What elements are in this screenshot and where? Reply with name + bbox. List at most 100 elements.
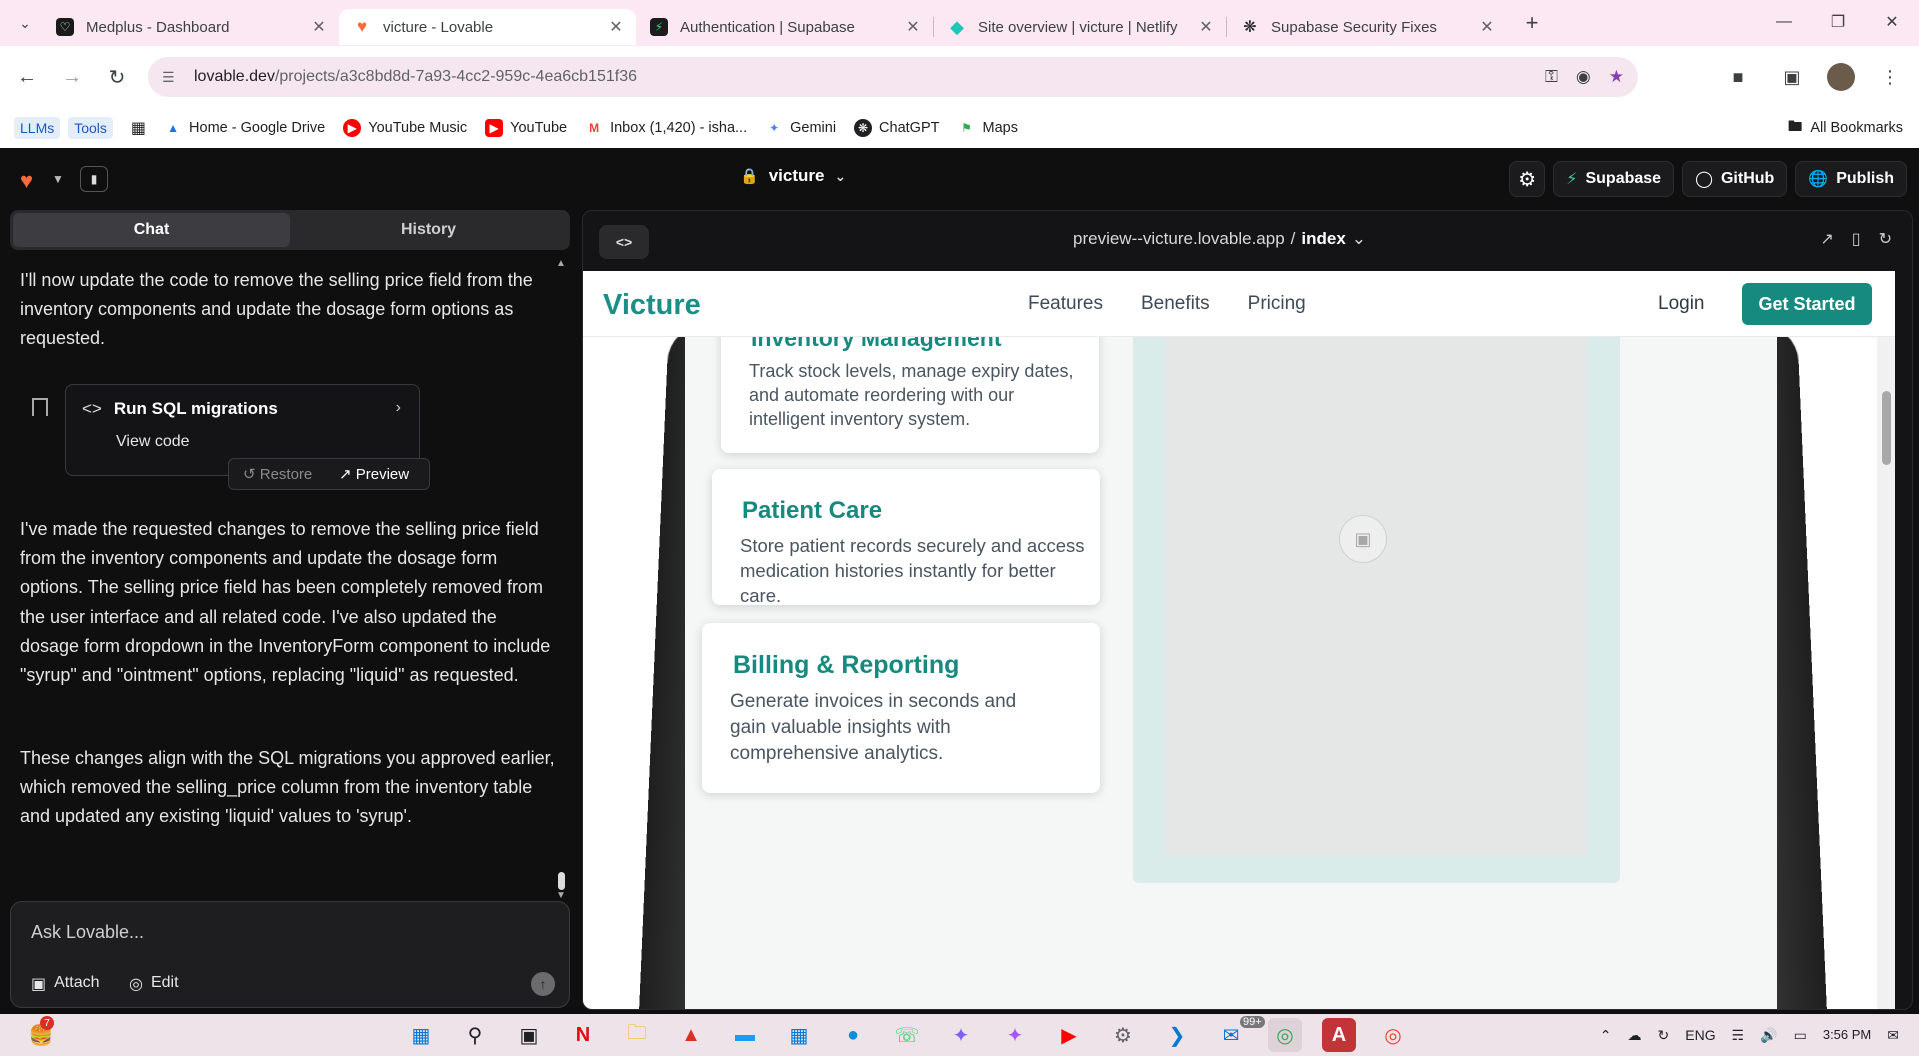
preview-scrollbar[interactable] [1877,271,1895,1009]
new-tab-button[interactable]: + [1517,10,1547,36]
address-bar[interactable]: ☰ lovable.dev/projects/a3c8bd8d-7a93-4cc… [148,57,1638,97]
scrollbar-thumb[interactable] [1882,391,1891,465]
eye-off-icon[interactable]: ◉ [1576,67,1591,87]
bookmark-youtube-music[interactable]: ▶ YouTube Music [343,119,467,137]
netflix-icon[interactable]: N [566,1018,600,1052]
sidebar-toggle-icon[interactable]: ▮ [80,166,108,192]
file-explorer-icon[interactable]: 🗀 [620,1018,654,1052]
get-started-button[interactable]: Get Started [1742,283,1872,325]
close-tab-icon[interactable]: ✕ [309,17,329,37]
browser-tab[interactable]: ◆ Site overview | victure | Netlify ✕ [934,9,1226,45]
windows-start-icon[interactable]: ▦ [404,1018,438,1052]
bookmark-folder-tools[interactable]: Tools [68,117,113,139]
back-icon[interactable]: ← [9,59,45,95]
chrome-icon[interactable]: ◎ [1268,1018,1302,1052]
close-tab-icon[interactable]: ✕ [606,17,626,37]
whatsapp-icon[interactable]: ☏ [890,1018,924,1052]
chevron-down-icon[interactable]: ▼ [52,172,64,186]
open-external-icon[interactable]: ↗ [1820,229,1833,249]
tab-chat[interactable]: Chat [13,213,290,247]
bookmark-chatgpt[interactable]: ❋ ChatGPT [854,119,939,137]
profile-avatar[interactable] [1827,63,1855,91]
close-tab-icon[interactable]: ✕ [1196,17,1216,37]
supabase-button[interactable]: ⚡ Supabase [1553,161,1675,197]
store-icon[interactable]: ▦ [782,1018,816,1052]
bookmark-youtube[interactable]: ▶ YouTube [485,119,567,137]
site-info-icon[interactable]: ☰ [162,69,184,86]
preview-button[interactable]: ↗ Preview [329,465,409,483]
github-button[interactable]: ◯ GitHub [1682,161,1788,197]
chat-input-box[interactable]: Ask Lovable... ▣ Attach ◎ Edit ↑ [10,901,570,1008]
edge-icon[interactable]: ● [836,1018,870,1052]
chrome-profile-icon[interactable]: ◎ [1376,1018,1410,1052]
preview-url[interactable]: preview--victure.lovable.app / index ⌄ [1073,229,1366,249]
settings-icon[interactable]: ⚙ [1106,1018,1140,1052]
volume-icon[interactable]: 🔊 [1760,1027,1777,1044]
bookmark-maps[interactable]: ⚑ Maps [957,119,1018,137]
bookmark-folder-llms[interactable]: LLMs [14,117,61,139]
chat-input[interactable]: Ask Lovable... [31,922,144,943]
bookmark-icon[interactable] [32,398,48,416]
nav-features[interactable]: Features [1028,293,1103,315]
close-window-icon[interactable]: ✕ [1865,0,1919,44]
restore-icon[interactable]: ❐ [1811,0,1865,44]
chat-scrollbar-thumb[interactable] [558,872,565,890]
browser-tab-active[interactable]: ♥ victure - Lovable ✕ [339,9,636,45]
settings-button[interactable]: ⚙ [1509,161,1546,197]
browser-tab[interactable]: ♡ Medplus - Dashboard ✕ [42,9,339,45]
bookmark-star-icon[interactable]: ★ [1609,67,1624,87]
scroll-down-arrow[interactable]: ▼ [556,890,566,901]
onedrive-icon[interactable]: ☁ [1628,1027,1642,1044]
browser-tab[interactable]: ⚡ Authentication | Supabase ✕ [636,9,933,45]
close-tab-icon[interactable]: ✕ [1477,17,1497,37]
bookmark-gemini[interactable]: ✦ Gemini [765,119,836,137]
battery-icon[interactable]: ▭ [1794,1027,1807,1044]
tab-history[interactable]: History [290,213,567,247]
menu-kebab-icon[interactable]: ⋮ [1871,58,1909,96]
send-icon[interactable]: ↑ [531,972,555,996]
view-code-link[interactable]: View code [116,433,190,451]
twitter-icon[interactable]: ▬ [728,1018,762,1052]
screenshot-icon[interactable]: ▣ [1773,58,1811,96]
search-icon[interactable]: ⚲ [458,1018,492,1052]
code-view-toggle-icon[interactable]: <> [599,225,649,259]
all-bookmarks[interactable]: 🖿 All Bookmarks [1788,108,1903,148]
site-brand[interactable]: Victure [603,289,701,322]
minimize-icon[interactable]: — [1757,0,1811,44]
restore-button[interactable]: ↺ Restore [229,465,329,483]
access-icon[interactable]: A [1322,1018,1356,1052]
extensions-icon[interactable]: ■ [1719,58,1757,96]
chevron-right-icon[interactable]: › [396,399,401,417]
chevron-up-icon[interactable]: ⌃ [1600,1027,1612,1044]
bookmark-drive[interactable]: ▲ Home - Google Drive [164,119,325,137]
nav-pricing[interactable]: Pricing [1248,293,1306,315]
nav-benefits[interactable]: Benefits [1141,293,1210,315]
sync-icon[interactable]: ↻ [1658,1027,1670,1044]
browser-tab[interactable]: ❋ Supabase Security Fixes ✕ [1227,9,1507,45]
forward-icon[interactable]: → [54,59,90,95]
publish-button[interactable]: 🌐 Publish [1795,161,1907,197]
notifications-icon[interactable]: ✉ [1887,1027,1899,1044]
attach-button[interactable]: ▣ Attach [31,974,99,994]
clock[interactable]: 3:56 PM [1823,1027,1871,1043]
lovable-logo-icon[interactable]: ♥ [20,168,33,194]
refresh-icon[interactable]: ↻ [1879,229,1892,249]
youtube-icon[interactable]: ▶ [1052,1018,1086,1052]
close-tab-icon[interactable]: ✕ [903,17,923,37]
vscode-icon[interactable]: ❯ [1160,1018,1194,1052]
apps-grid-icon[interactable]: ▦ [131,118,146,138]
tab-search-button[interactable]: ⌄ [8,6,42,40]
wifi-icon[interactable]: ☴ [1732,1027,1745,1044]
scroll-up-arrow[interactable]: ▲ [556,258,566,269]
project-selector[interactable]: 🔒 victure ⌄ [740,166,846,186]
password-key-icon[interactable]: ⚿ [1545,67,1558,87]
login-link[interactable]: Login [1658,293,1705,315]
mobile-view-icon[interactable]: ▯ [1852,229,1861,249]
task-view-icon[interactable]: ▣ [512,1018,546,1052]
copilot-icon[interactable]: ✦ [944,1018,978,1052]
copilot-alt-icon[interactable]: ✦ [998,1018,1032,1052]
bookmark-gmail[interactable]: M Inbox (1,420) - isha... [585,119,747,137]
language-indicator[interactable]: ENG [1685,1027,1715,1043]
reload-icon[interactable]: ↻ [99,59,135,95]
acrobat-icon[interactable]: ▲ [674,1018,708,1052]
